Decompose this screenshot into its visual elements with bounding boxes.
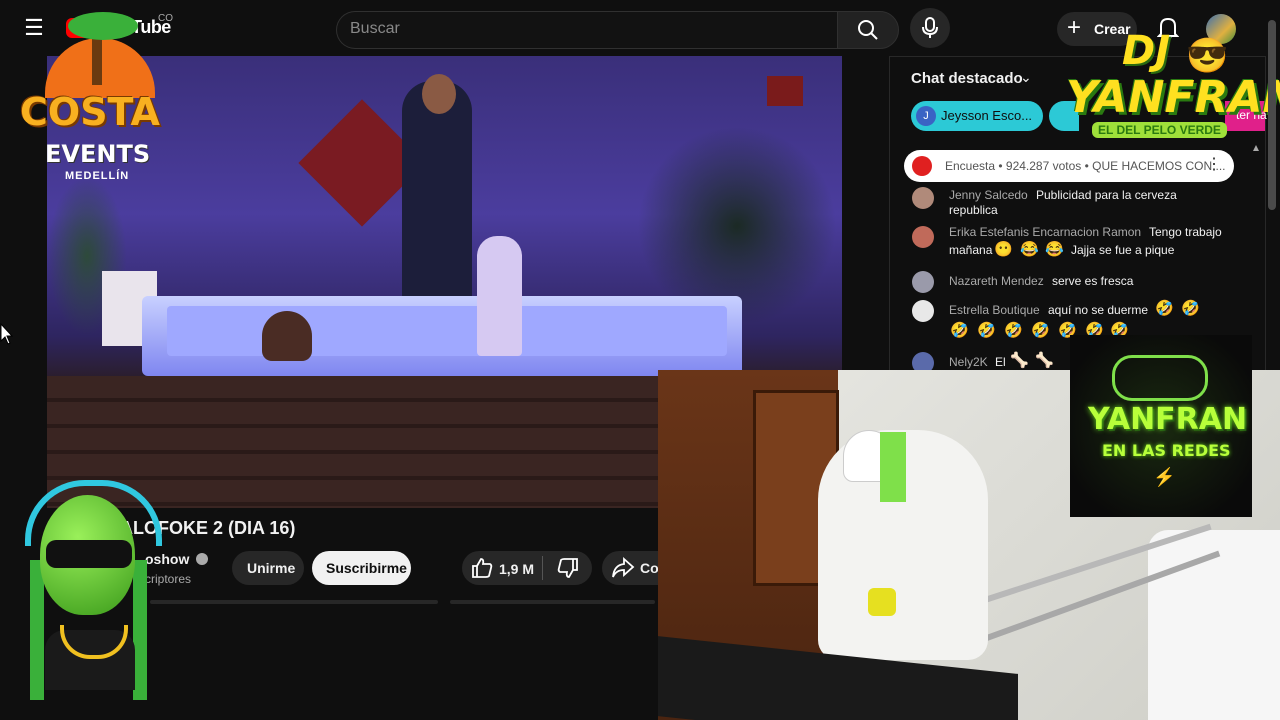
chat-message: Jajja se fue a pique — [1071, 243, 1175, 257]
chip-label: Jeysson Esco... — [941, 108, 1033, 123]
chat-author[interactable]: Erika Estefanis Encarnacion Ramon — [949, 225, 1141, 239]
more-vertical-icon[interactable]: ⋮ — [1206, 154, 1222, 174]
gamepad-icon — [1112, 355, 1208, 401]
subscriber-count: criptores — [145, 572, 192, 586]
dj-logo-line2: YANFRAN — [1066, 72, 1280, 123]
poll-channel-icon — [912, 156, 932, 176]
search-button[interactable] — [837, 11, 899, 49]
share-icon — [612, 557, 635, 578]
join-label: Unirme — [247, 560, 296, 576]
emoji-icon: 🦴 — [1035, 352, 1054, 369]
subscribe-label: Suscribirme — [326, 560, 407, 576]
voice-search-button[interactable] — [910, 8, 950, 48]
like-divider — [542, 556, 543, 580]
avatar[interactable] — [912, 187, 934, 209]
page-scrollbar[interactable] — [1268, 20, 1276, 210]
green-dreads — [880, 432, 906, 502]
search-box[interactable] — [336, 11, 837, 49]
sunglasses-face-icon: 😎 — [1186, 37, 1229, 75]
like-count[interactable]: 1,9 M — [499, 561, 534, 577]
mouse-cursor-icon — [0, 323, 14, 345]
avatar[interactable] — [912, 271, 934, 293]
share-label: Co — [640, 560, 659, 576]
mic-icon — [922, 17, 938, 38]
chat-author[interactable]: Nely2K — [949, 355, 988, 369]
dj-logo-tagline: EL DEL PELO VERDE — [1092, 122, 1227, 138]
costa-logo-line1: COSTA — [20, 90, 160, 134]
emoji-icon: 🤣 — [1031, 322, 1050, 339]
emoji-icon: 😶 — [994, 241, 1013, 258]
avatar[interactable] — [912, 300, 934, 322]
chat-message: mañana — [949, 243, 993, 257]
channel-name[interactable]: oshow — [145, 551, 189, 567]
alien-braid-right — [133, 560, 147, 700]
redes-line1: YANFRAN — [1088, 402, 1248, 437]
country-code: CO — [158, 13, 173, 24]
avatar[interactable] — [912, 226, 934, 248]
chat-author[interactable]: Nazareth Mendez — [949, 274, 1044, 288]
search-input[interactable]: Buscar — [350, 20, 400, 38]
chat-message: serve es fresca — [1052, 274, 1134, 288]
chevron-down-icon[interactable]: ⌄ — [1020, 69, 1032, 86]
costa-logo-line2: EVENTS — [45, 140, 151, 168]
description-placeholder — [150, 600, 438, 604]
alien-braid-left — [30, 560, 44, 700]
chat-author[interactable]: Estrella Boutique — [949, 303, 1040, 317]
costa-logo-city: MEDELLÍN — [65, 170, 130, 182]
chat-scrollbar[interactable] — [1253, 145, 1259, 365]
emoji-icon: 🤣 — [1004, 322, 1023, 339]
chat-message: El — [995, 355, 1006, 369]
emoji-icon: 🦴 — [1010, 352, 1029, 369]
emoji-icon: 😂 — [1045, 241, 1064, 258]
person-officer — [402, 81, 472, 301]
thumbs-up-icon[interactable] — [471, 557, 493, 579]
hamburger-icon[interactable]: ☰ — [20, 16, 48, 40]
description-placeholder — [450, 600, 655, 604]
chat-message: aquí no se duerme — [1048, 303, 1149, 317]
emoji-icon: 😂 — [1020, 241, 1039, 258]
redes-line2: EN LAS REDES — [1102, 441, 1231, 460]
lightning-icon: ⚡ — [1153, 467, 1176, 487]
emoji-icon: 🤣 — [977, 322, 996, 339]
chat-message: Publicidad para la cerveza — [1036, 188, 1177, 202]
sunglasses-icon — [46, 540, 132, 568]
plus-icon: + — [1067, 14, 1082, 41]
emoji-icon: 🤣 — [950, 322, 969, 339]
chat-author[interactable]: Jenny Salcedo — [949, 188, 1028, 202]
emoji-icon: 🤣 — [1155, 300, 1174, 317]
costa-logo-leaves — [68, 12, 138, 40]
yellow-object — [868, 588, 896, 616]
poll-text: Encuesta • 924.287 votos • QUE HACEMOS C… — [945, 159, 1226, 173]
person-officer-head — [422, 74, 456, 114]
person-in-tub — [262, 311, 312, 361]
jacuzzi-water — [167, 306, 727, 356]
chip-avatar: J — [916, 106, 936, 126]
house-watermark-icon — [767, 76, 803, 106]
person-standing — [477, 236, 522, 356]
search-icon — [858, 20, 878, 40]
emoji-icon: 🤣 — [1181, 300, 1200, 317]
chat-header[interactable]: Chat destacado — [911, 70, 1023, 87]
dj-logo-line1: DJ — [1122, 28, 1171, 74]
chat-message: republica — [949, 203, 998, 217]
thumbs-down-icon[interactable] — [557, 557, 579, 579]
chat-message: Tengo trabajo — [1149, 225, 1222, 239]
verified-icon — [196, 553, 208, 565]
